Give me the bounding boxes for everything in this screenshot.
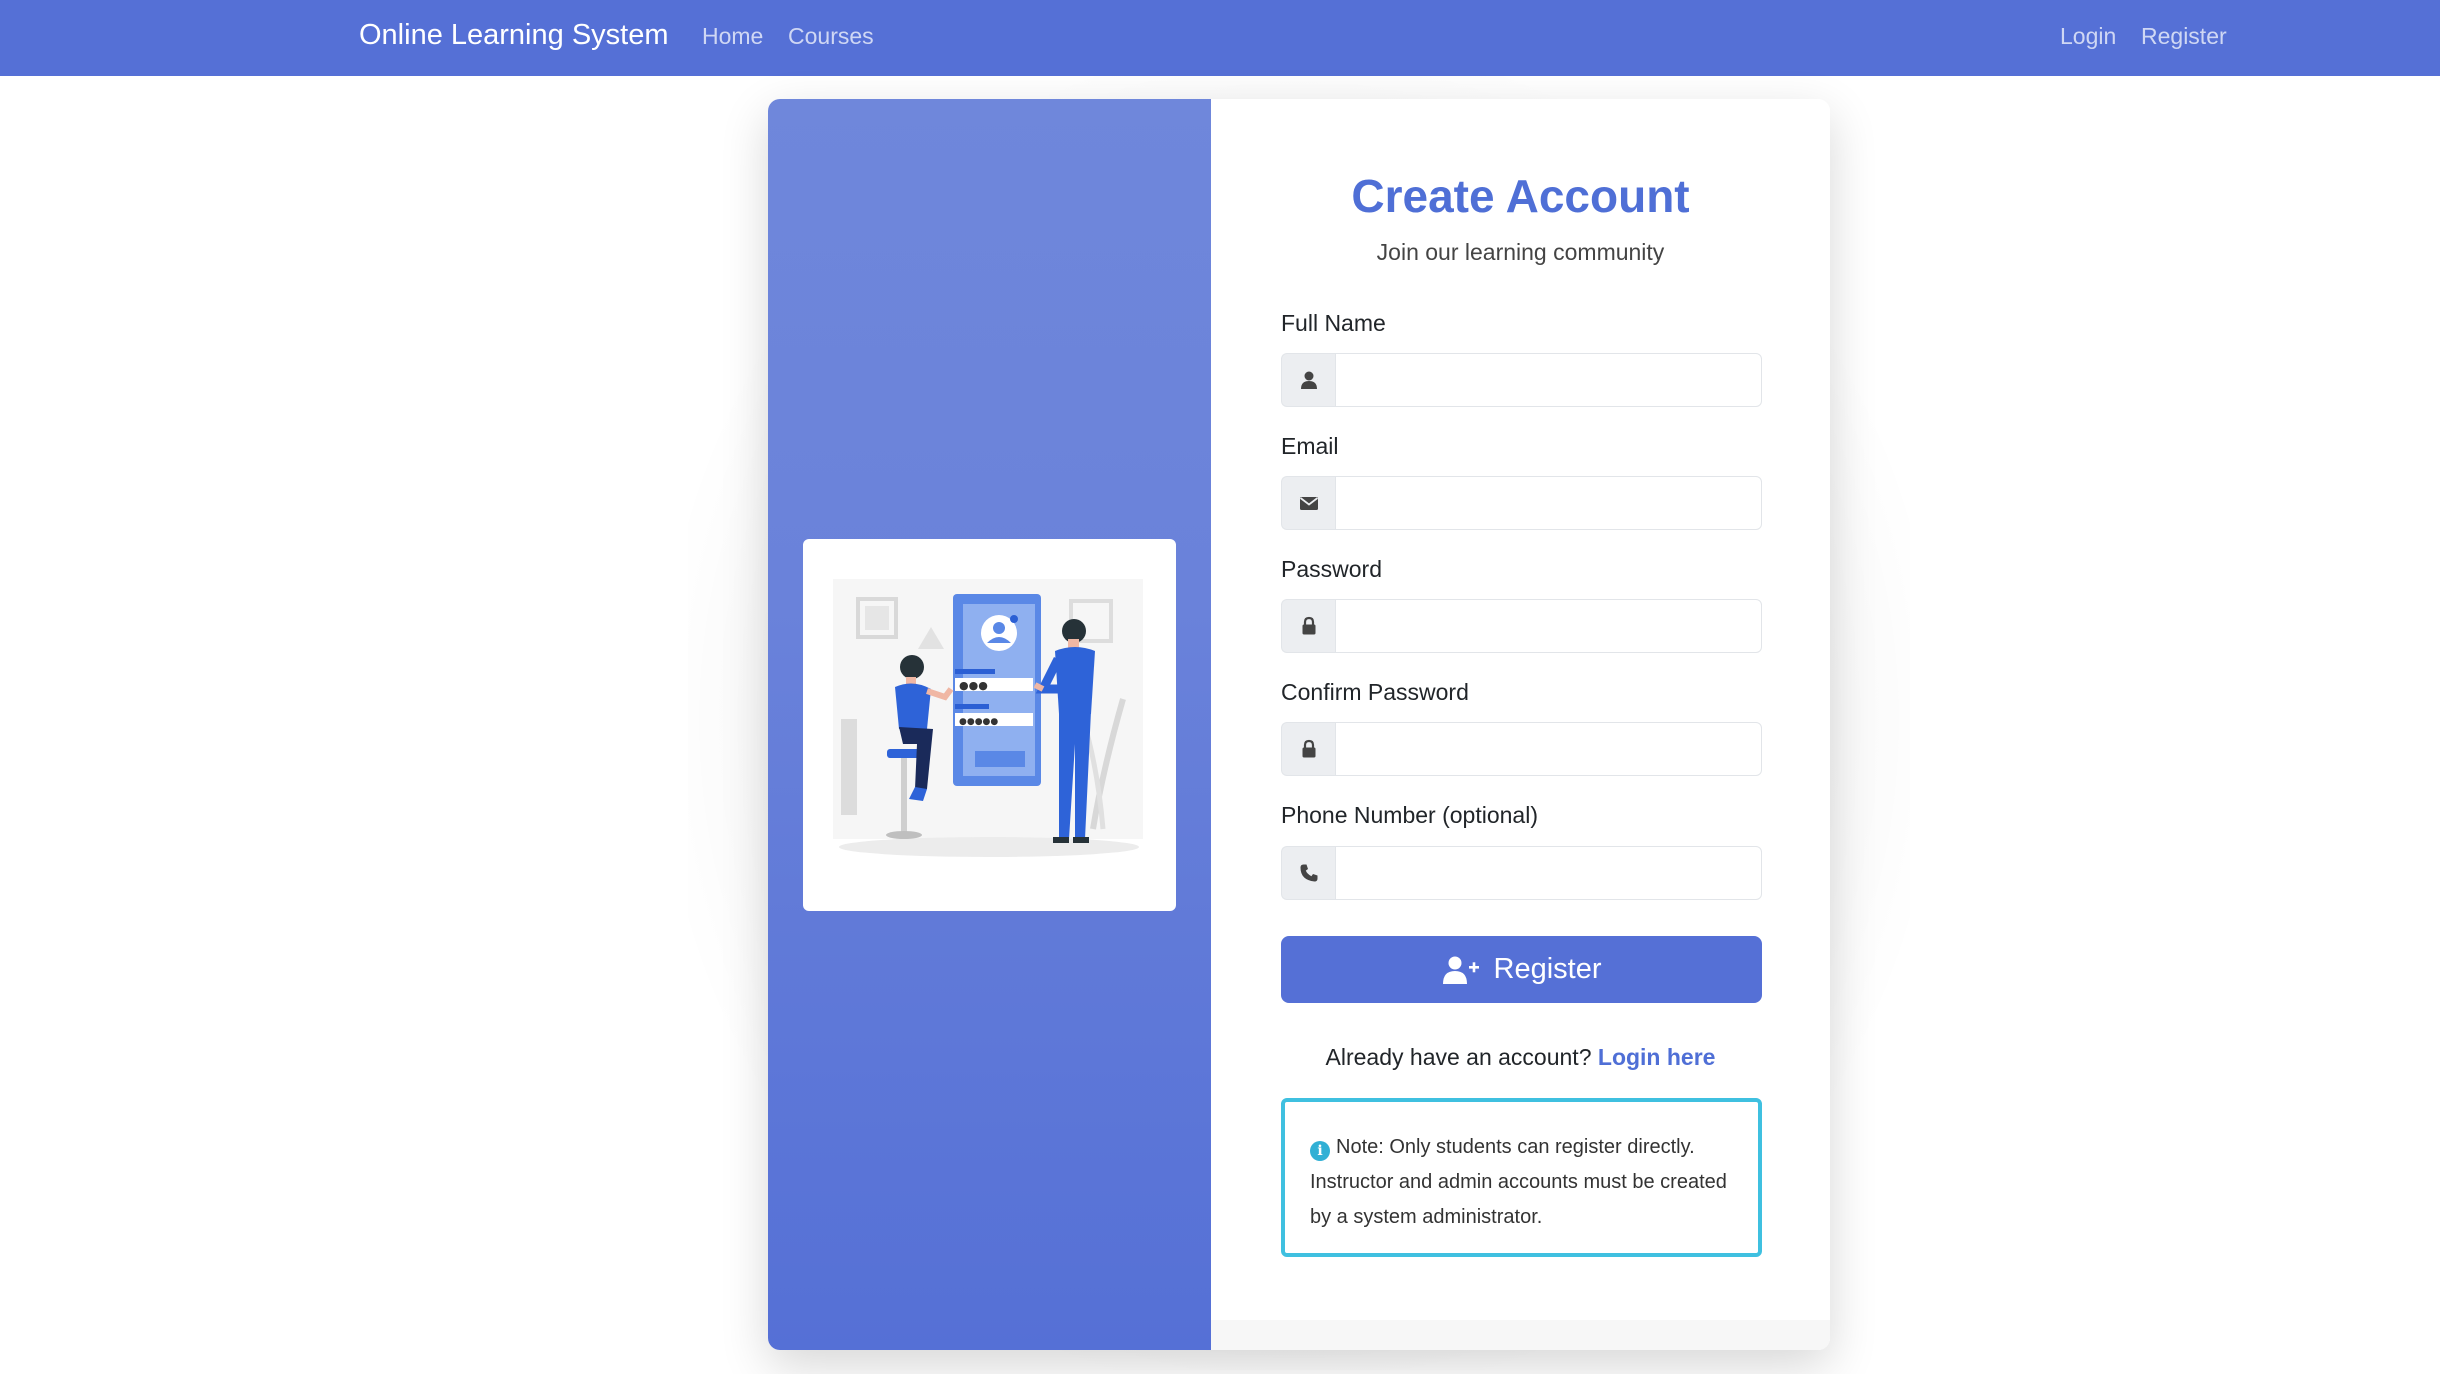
- confirm-password-label: Confirm Password: [1281, 679, 1469, 705]
- phone-input[interactable]: [1335, 846, 1762, 900]
- nav-courses-link[interactable]: Courses: [788, 23, 874, 50]
- info-note-text: Note: Only students can register directl…: [1310, 1136, 1727, 1228]
- full-name-input[interactable]: [1335, 353, 1762, 407]
- card-footer-strip: [1211, 1320, 1830, 1350]
- lock-icon: [1281, 722, 1335, 776]
- login-here-link[interactable]: Login here: [1598, 1044, 1716, 1070]
- phone-icon: [1281, 846, 1335, 900]
- envelope-icon: [1281, 476, 1335, 530]
- confirm-password-group: [1281, 722, 1762, 776]
- email-group: [1281, 476, 1762, 530]
- full-name-group: [1281, 353, 1762, 407]
- illustration-panel: ●●● ●●●●●: [768, 99, 1211, 1350]
- top-navbar: Online Learning System Home Courses Logi…: [0, 0, 2440, 76]
- brand-logo-text[interactable]: Online Learning System: [359, 19, 669, 52]
- nav-register-link[interactable]: Register: [2141, 23, 2227, 50]
- email-label: Email: [1281, 433, 1339, 459]
- login-prompt-text: Already have an account?: [1325, 1044, 1592, 1070]
- phone-label: Phone Number (optional): [1281, 802, 1538, 828]
- page-title: Create Account: [1351, 170, 1690, 222]
- login-prompt-line: Already have an account? Login here: [1211, 1044, 1830, 1071]
- email-input[interactable]: [1335, 476, 1762, 530]
- registration-illustration: ●●● ●●●●●: [803, 539, 1176, 911]
- full-name-label: Full Name: [1281, 310, 1386, 336]
- svg-text:●●●: ●●●: [959, 679, 988, 692]
- info-icon: i: [1310, 1141, 1330, 1161]
- page-subtitle: Join our learning community: [1376, 239, 1665, 265]
- nav-home-link[interactable]: Home: [702, 23, 763, 50]
- nav-login-link[interactable]: Login: [2060, 23, 2116, 50]
- phone-group: [1281, 846, 1762, 900]
- user-plus-icon: [1442, 956, 1479, 984]
- password-group: [1281, 599, 1762, 653]
- confirm-password-input[interactable]: [1335, 722, 1762, 776]
- illustration-graphic: ●●● ●●●●●: [833, 579, 1143, 857]
- password-input[interactable]: [1335, 599, 1762, 653]
- svg-text:●●●●●: ●●●●●: [959, 717, 998, 727]
- register-submit-label: Register: [1493, 953, 1602, 985]
- register-submit-button[interactable]: Register: [1281, 936, 1762, 1003]
- user-icon: [1281, 353, 1335, 407]
- info-note-box: i Note: Only students can register direct…: [1281, 1098, 1762, 1257]
- register-card: ●●● ●●●●● Create Account Join our learni…: [768, 99, 1830, 1350]
- lock-icon: [1281, 599, 1335, 653]
- password-label: Password: [1281, 556, 1382, 582]
